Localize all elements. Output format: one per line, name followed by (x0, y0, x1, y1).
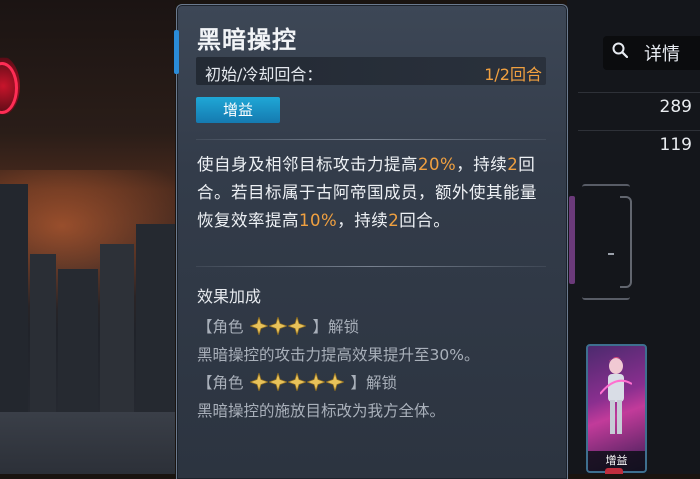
stat-row: 119 (578, 130, 700, 161)
unlock-prefix: 【角色 (197, 374, 244, 392)
star-icon (249, 317, 268, 335)
unlock-effect: 黑暗操控的施放目标改为我方全体。 (197, 402, 446, 420)
description-text: 回合。 (399, 211, 451, 230)
detail-label[interactable]: 详情 (644, 40, 680, 66)
divider (196, 266, 546, 267)
panel-accent (174, 30, 179, 74)
search-icon[interactable] (612, 42, 628, 58)
skill-description: 使自身及相邻目标攻击力提高20%，持续2回合。若目标属于古阿帝国成员，额外使其能… (197, 151, 547, 235)
skill-name: 黑暗操控 (197, 26, 297, 54)
highlight-value: 2 (388, 211, 400, 230)
star-icon (325, 373, 344, 391)
hero-indicator (605, 468, 623, 474)
description-text: ，持续 (456, 155, 508, 174)
unlock-condition: 【角色 】解锁 (197, 315, 359, 337)
unlock-suffix: 】解锁 (350, 374, 398, 392)
star-icon (249, 373, 268, 391)
divider (196, 139, 546, 140)
harbor-water (0, 412, 175, 474)
bonus-title: 效果加成 (197, 287, 262, 306)
star-rating (249, 373, 345, 391)
stat-value: 289 (659, 97, 692, 117)
star-icon (287, 373, 306, 391)
skill-type-badge: 增益 (196, 97, 280, 123)
frame-accent (569, 196, 575, 284)
star-rating (249, 317, 307, 335)
star-icon (306, 373, 325, 391)
star-icon (287, 317, 306, 335)
unlock-suffix: 】解锁 (312, 318, 360, 336)
unlock-condition: 【角色 】解锁 (197, 371, 397, 393)
description-text: 使自身及相邻目标攻击力提高 (197, 155, 418, 174)
background-cityscape (0, 0, 175, 474)
star-icon (268, 317, 287, 335)
unlock-prefix: 【角色 (197, 318, 244, 336)
unlock-effect: 黑暗操控的攻击力提高效果提升至30%。 (197, 346, 480, 364)
cooldown-label: 初始/冷却回合： (205, 65, 323, 84)
highlight-value: 2 (507, 155, 519, 174)
stat-value: 119 (659, 135, 692, 155)
star-icon (268, 373, 287, 391)
hero-portrait (600, 357, 632, 434)
slot-dash (608, 253, 614, 255)
stat-row: 289 (578, 92, 700, 123)
frame-bracket (620, 196, 632, 288)
cooldown-value: 1/2回合 (484, 65, 542, 84)
highlight-value: 20% (418, 155, 457, 174)
description-text: ，持续 (337, 211, 389, 230)
highlight-value: 10% (299, 211, 338, 230)
hero-card[interactable]: 增益 (586, 344, 647, 473)
